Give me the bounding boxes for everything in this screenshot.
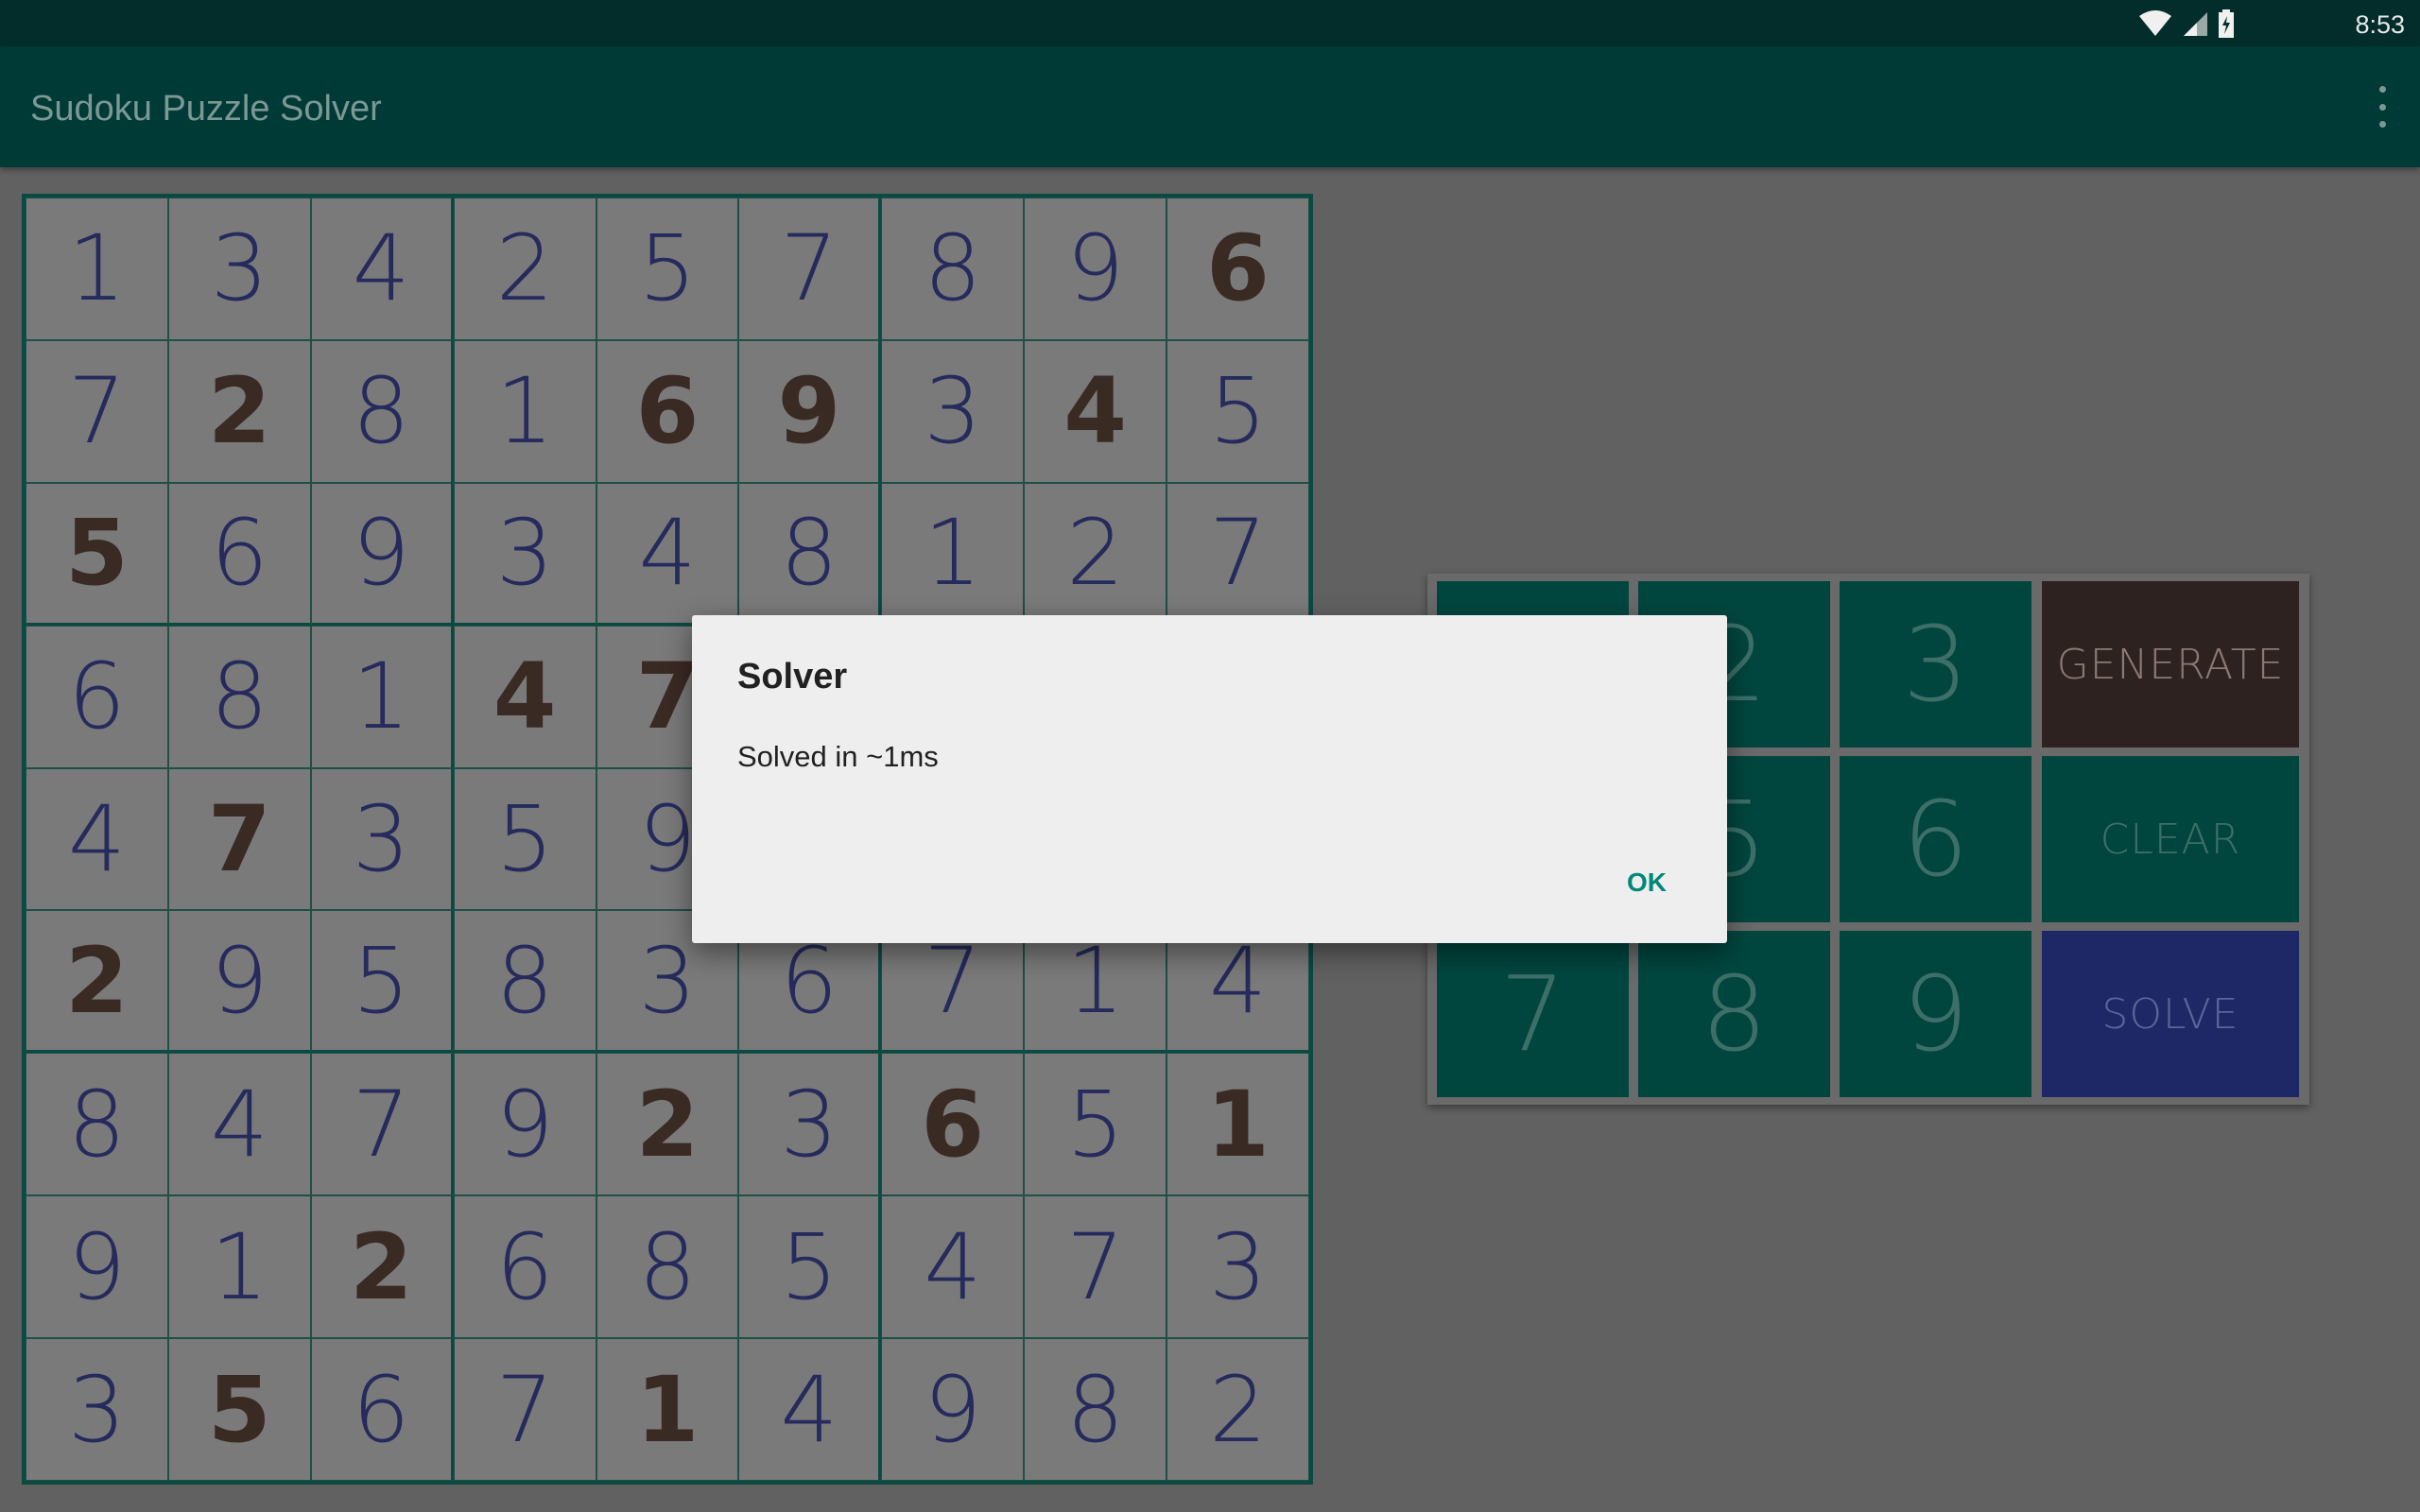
sudoku-cell-r3c3[interactable]: 9: [310, 482, 454, 626]
sudoku-cell-r7c8[interactable]: 5: [1024, 1053, 1167, 1196]
sudoku-cell-r8c7[interactable]: 4: [881, 1195, 1025, 1339]
solver-dialog: Solver Solved in ~1ms OK: [692, 615, 1727, 943]
sudoku-cell-r9c9[interactable]: 2: [1167, 1338, 1309, 1481]
sudoku-cell-r7c6[interactable]: 3: [738, 1053, 882, 1196]
sudoku-cell-r7c2[interactable]: 4: [167, 1053, 311, 1196]
battery-charging-icon: [2219, 9, 2234, 38]
sudoku-cell-r4c4[interactable]: 4: [453, 625, 596, 768]
dialog-title: Solver: [737, 657, 848, 696]
sudoku-cell-r1c6[interactable]: 7: [738, 198, 882, 340]
key-7[interactable]: 7: [1437, 931, 1629, 1097]
sudoku-cell-r3c8[interactable]: 2: [1024, 482, 1167, 626]
sudoku-cell-r2c4[interactable]: 1: [453, 339, 596, 483]
sudoku-cell-r3c9[interactable]: 7: [1167, 482, 1309, 626]
sudoku-cell-r9c6[interactable]: 4: [738, 1338, 882, 1481]
sudoku-cell-r7c3[interactable]: 7: [310, 1053, 454, 1196]
sudoku-cell-r1c4[interactable]: 2: [453, 198, 596, 340]
clear-button[interactable]: CLEAR: [2042, 756, 2299, 922]
sudoku-cell-r9c2[interactable]: 5: [167, 1338, 311, 1481]
sudoku-cell-r8c1[interactable]: 9: [26, 1195, 168, 1339]
sudoku-cell-r2c6[interactable]: 9: [738, 339, 882, 483]
sudoku-cell-r9c7[interactable]: 9: [881, 1338, 1025, 1481]
sudoku-cell-r2c7[interactable]: 3: [881, 339, 1025, 483]
sudoku-cell-r3c4[interactable]: 3: [453, 482, 596, 626]
sudoku-cell-r6c1[interactable]: 2: [26, 910, 168, 1054]
sudoku-cell-r6c4[interactable]: 8: [453, 910, 596, 1054]
overflow-dot: [2378, 121, 2386, 128]
sudoku-cell-r5c3[interactable]: 3: [310, 767, 454, 911]
sudoku-cell-r8c6[interactable]: 5: [738, 1195, 882, 1339]
sudoku-cell-r7c5[interactable]: 2: [596, 1053, 739, 1196]
sudoku-cell-r2c3[interactable]: 8: [310, 339, 454, 483]
sudoku-cell-r7c9[interactable]: 1: [1167, 1053, 1309, 1196]
key-9[interactable]: 9: [1840, 931, 2031, 1097]
app-bar: Sudoku Puzzle Solver: [0, 46, 2420, 167]
sudoku-cell-r4c2[interactable]: 8: [167, 625, 311, 768]
status-clock: 8:53: [2355, 10, 2405, 39]
sudoku-cell-r9c4[interactable]: 7: [453, 1338, 596, 1481]
sudoku-cell-r2c9[interactable]: 5: [1167, 339, 1309, 483]
sudoku-cell-r9c1[interactable]: 3: [26, 1338, 168, 1481]
sudoku-cell-r1c2[interactable]: 3: [167, 198, 311, 340]
sudoku-cell-r9c5[interactable]: 1: [596, 1338, 739, 1481]
sudoku-cell-r8c3[interactable]: 2: [310, 1195, 454, 1339]
sudoku-cell-r4c3[interactable]: 1: [310, 625, 454, 768]
sudoku-cell-r1c9[interactable]: 6: [1167, 198, 1309, 340]
sudoku-cell-r1c5[interactable]: 5: [596, 198, 739, 340]
sudoku-cell-r7c4[interactable]: 9: [453, 1053, 596, 1196]
sudoku-cell-r8c5[interactable]: 8: [596, 1195, 739, 1339]
sudoku-cell-r3c2[interactable]: 6: [167, 482, 311, 626]
sudoku-cell-r4c1[interactable]: 6: [26, 625, 168, 768]
key-8[interactable]: 8: [1638, 931, 1830, 1097]
sudoku-cell-r8c8[interactable]: 7: [1024, 1195, 1167, 1339]
key-6[interactable]: 6: [1840, 756, 2031, 922]
sudoku-cell-r7c1[interactable]: 8: [26, 1053, 168, 1196]
sudoku-cell-r9c3[interactable]: 6: [310, 1338, 454, 1481]
cell-signal-icon: [2184, 11, 2207, 36]
sudoku-cell-r8c9[interactable]: 3: [1167, 1195, 1309, 1339]
sudoku-cell-r8c4[interactable]: 6: [453, 1195, 596, 1339]
sudoku-cell-r2c5[interactable]: 6: [596, 339, 739, 483]
dialog-message: Solved in ~1ms: [737, 740, 939, 773]
overflow-menu-icon[interactable]: [2371, 86, 2394, 128]
sudoku-cell-r1c3[interactable]: 4: [310, 198, 454, 340]
wifi-icon: [2139, 9, 2171, 36]
sudoku-cell-r1c7[interactable]: 8: [881, 198, 1025, 340]
sudoku-cell-r3c7[interactable]: 1: [881, 482, 1025, 626]
sudoku-cell-r2c2[interactable]: 2: [167, 339, 311, 483]
sudoku-cell-r6c2[interactable]: 9: [167, 910, 311, 1054]
sudoku-cell-r3c5[interactable]: 4: [596, 482, 739, 626]
sudoku-cell-r5c4[interactable]: 5: [453, 767, 596, 911]
sudoku-cell-r2c1[interactable]: 7: [26, 339, 168, 483]
key-3[interactable]: 3: [1840, 581, 2031, 747]
sudoku-cell-r8c2[interactable]: 1: [167, 1195, 311, 1339]
generate-button[interactable]: GENERATE: [2042, 581, 2299, 747]
overflow-dot: [2378, 103, 2386, 111]
overflow-dot: [2378, 86, 2386, 93]
sudoku-cell-r5c1[interactable]: 4: [26, 767, 168, 911]
status-bar: 8:53: [0, 0, 2420, 46]
ok-button[interactable]: OK: [1619, 864, 1674, 902]
app-title: Sudoku Puzzle Solver: [30, 89, 382, 129]
sudoku-cell-r5c2[interactable]: 7: [167, 767, 311, 911]
sudoku-cell-r9c8[interactable]: 8: [1024, 1338, 1167, 1481]
sudoku-cell-r2c8[interactable]: 4: [1024, 339, 1167, 483]
solve-button[interactable]: SOLVE: [2042, 931, 2299, 1097]
sudoku-cell-r6c3[interactable]: 5: [310, 910, 454, 1054]
sudoku-cell-r7c7[interactable]: 6: [881, 1053, 1025, 1196]
sudoku-cell-r1c8[interactable]: 9: [1024, 198, 1167, 340]
sudoku-cell-r3c6[interactable]: 8: [738, 482, 882, 626]
sudoku-cell-r1c1[interactable]: 1: [26, 198, 168, 340]
sudoku-cell-r3c1[interactable]: 5: [26, 482, 168, 626]
status-icons: [2138, 9, 2235, 38]
